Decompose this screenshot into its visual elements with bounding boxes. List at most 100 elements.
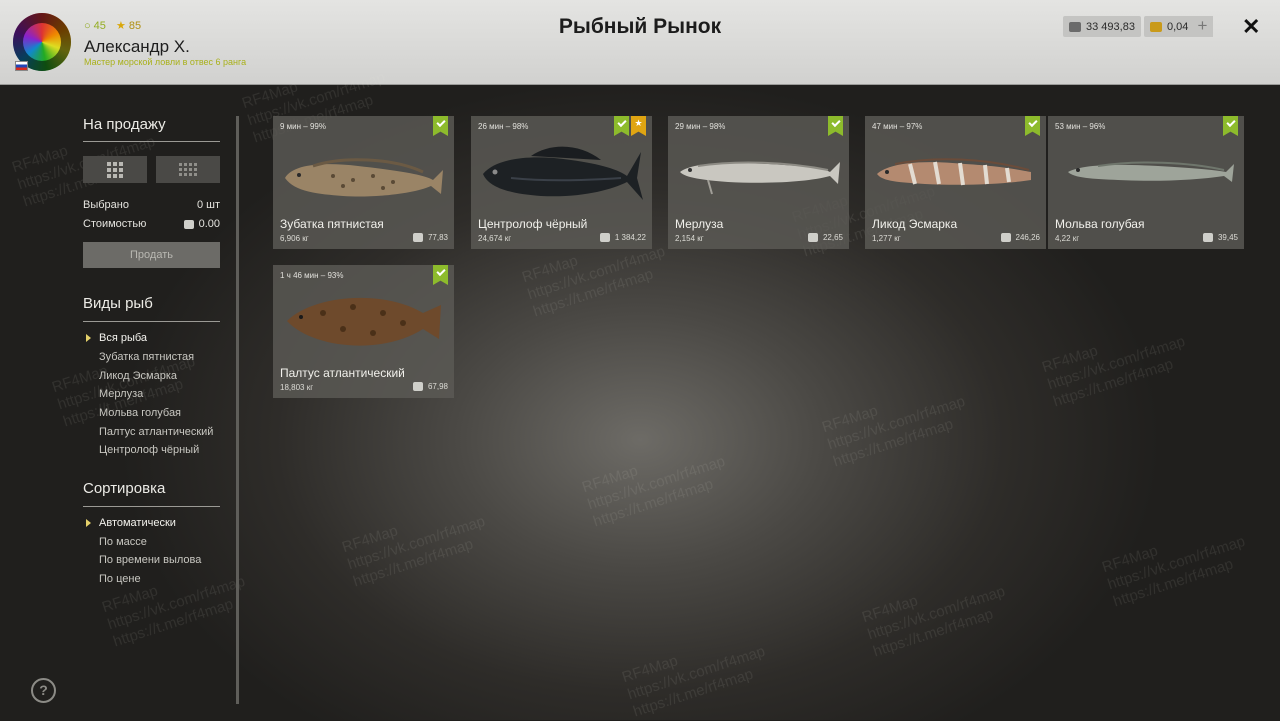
fish-mass: 2,154 кг: [675, 234, 704, 243]
player-name: Александр Х.: [84, 37, 190, 56]
check-badge-icon: [1025, 116, 1040, 136]
species-item[interactable]: Ликод Эсмарка: [99, 370, 177, 382]
divider: [83, 141, 220, 142]
atlantic-halibut-icon: [287, 297, 441, 346]
fish-mass: 1,277 кг: [872, 234, 901, 243]
fish-card[interactable]: 29 мин – 98% Мерлуза 2,154 кг 22,65: [668, 116, 849, 249]
catch-time: 9 мин – 99%: [280, 122, 326, 131]
silver-coin-icon: [1202, 233, 1213, 242]
watermark: RF4Maphttps://vk.com/rf4maphttps://t.me/…: [820, 392, 968, 471]
silver-coin-icon: [599, 233, 610, 242]
species-item[interactable]: Зубатка пятнистая: [99, 351, 194, 363]
hake-icon: [680, 161, 840, 195]
sort-item-price[interactable]: По цене: [99, 573, 141, 585]
sort-item-time[interactable]: По времени вылова: [99, 554, 201, 566]
divider: [83, 506, 220, 507]
star-badge-icon: ★: [631, 116, 646, 136]
species-heading: Виды рыб: [83, 295, 153, 312]
fish-name: Палтус атлантический: [280, 366, 405, 380]
catch-time: 29 мин – 98%: [675, 122, 726, 131]
watermark: RF4Maphttps://vk.com/rf4maphttps://t.me/…: [340, 512, 488, 591]
fish-mass: 18,803 кг: [280, 383, 314, 392]
player-rank: Мастер морской ловли в отвес 6 ранга: [84, 57, 247, 67]
selected-value: 0 шт: [196, 199, 220, 211]
fish-price: 39,45: [1202, 233, 1238, 242]
cost-row: Стоимостью 0.00: [83, 218, 220, 230]
spotted-wolffish-icon: [285, 158, 443, 197]
check-badge-icon: [828, 116, 843, 136]
russian-flag-icon: [15, 61, 28, 71]
fish-mass: 24,674 кг: [478, 234, 512, 243]
silver-coin-icon: [183, 219, 194, 229]
species-item[interactable]: Центролоф чёрный: [99, 444, 199, 456]
selected-bullet-icon: [86, 334, 91, 342]
silver-coin-icon: [1000, 233, 1011, 242]
esmark-eelpout-icon: [877, 158, 1031, 186]
check-badge-icon: [433, 116, 448, 136]
species-item[interactable]: Палтус атлантический: [99, 426, 213, 438]
fish-name: Зубатка пятнистая: [280, 217, 384, 231]
fish-name: Центролоф чёрный: [478, 217, 588, 231]
watermark: RF4Maphttps://vk.com/rf4maphttps://t.me/…: [1100, 532, 1248, 611]
blue-ling-icon: [1068, 161, 1234, 182]
species-item-all[interactable]: Вся рыба: [99, 332, 147, 344]
silver-balance: 33 493,83: [1063, 16, 1141, 37]
species-item[interactable]: Мерлуза: [99, 388, 143, 400]
catch-time: 1 ч 46 мин – 93%: [280, 271, 344, 280]
silver-value: 33 493,83: [1086, 20, 1135, 33]
large-grid-view-button[interactable]: [83, 156, 147, 183]
fish-price: 77,83: [412, 233, 448, 242]
small-grid-icon: [179, 163, 197, 176]
fish-price: 22,65: [807, 233, 843, 242]
watermark: RF4Maphttps://vk.com/rf4maphttps://t.me/…: [580, 452, 728, 531]
fish-name: Мерлуза: [675, 217, 724, 231]
fish-price: 67,98: [412, 382, 448, 391]
catch-time: 26 мин – 98%: [478, 122, 529, 131]
fish-price: 246,26: [1000, 233, 1040, 242]
silver-coin-icon: [807, 233, 818, 242]
watermark: RF4Maphttps://vk.com/rf4maphttps://t.me/…: [1040, 332, 1188, 411]
divider: [83, 321, 220, 322]
cost-value: 0.00: [198, 218, 220, 230]
fish-mass: 4,22 кг: [1055, 234, 1080, 243]
fish-name: Ликод Эсмарка: [872, 217, 958, 231]
sidebar-divider: [236, 116, 239, 704]
fish-price: 1 384,22: [599, 233, 646, 242]
watermark: RF4Maphttps://vk.com/rf4maphttps://t.me/…: [620, 642, 768, 721]
catch-time: 53 мин – 96%: [1055, 122, 1106, 131]
add-currency-button[interactable]: +: [1192, 16, 1213, 37]
silver-coin-icon: [412, 233, 423, 242]
sale-heading: На продажу: [83, 116, 166, 133]
selected-row: Выбрано 0 шт: [83, 199, 220, 211]
fish-card[interactable]: 1 ч 46 мин – 93% Палтус атлантический 18…: [273, 265, 454, 398]
check-badge-icon: [614, 116, 629, 136]
small-grid-view-button[interactable]: [156, 156, 220, 183]
fish-mass: 6,906 кг: [280, 234, 309, 243]
selected-bullet-icon: [86, 519, 91, 527]
close-icon[interactable]: ✕: [1242, 14, 1260, 40]
top-bar: ○ 45 ★ 85 Александр Х. Мастер морской ловл…: [0, 0, 1280, 85]
catch-time: 47 мин – 97%: [872, 122, 923, 131]
species-item[interactable]: Мольва голубая: [99, 407, 181, 419]
fish-card[interactable]: 47 мин – 97% Ликод Эсмарка 1,277 кг 246,…: [865, 116, 1046, 249]
black-centrolophus-icon: [483, 146, 643, 200]
sort-item-mass[interactable]: По массе: [99, 536, 147, 548]
watermark: RF4Maphttps://vk.com/rf4maphttps://t.me/…: [100, 572, 248, 651]
fish-name: Мольва голубая: [1055, 217, 1145, 231]
sort-heading: Сортировка: [83, 480, 166, 497]
selected-label: Выбрано: [83, 199, 129, 211]
gold-coin-icon: [1150, 21, 1162, 32]
cost-label: Стоимостью: [83, 218, 147, 230]
watermark: RF4Maphttps://vk.com/rf4maphttps://t.me/…: [860, 582, 1008, 661]
fish-card[interactable]: 9 мин – 99% Зубатка пятнистая 6,906 кг 7…: [273, 116, 454, 249]
silver-coin-icon: [1069, 21, 1081, 32]
sell-button[interactable]: Продать: [83, 242, 220, 268]
fish-card[interactable]: 53 мин – 96% Мольва голубая 4,22 кг 39,4…: [1048, 116, 1244, 249]
help-button[interactable]: ?: [31, 678, 56, 703]
fish-card[interactable]: 26 мин – 98% ★ Центролоф чёрный 24,674 к…: [471, 116, 652, 249]
sort-item-auto[interactable]: Автоматически: [99, 517, 176, 529]
gold-balance: 0,04: [1144, 16, 1195, 37]
check-badge-icon: [1223, 116, 1238, 136]
gold-value: 0,04: [1167, 20, 1189, 33]
silver-coin-icon: [412, 382, 423, 391]
